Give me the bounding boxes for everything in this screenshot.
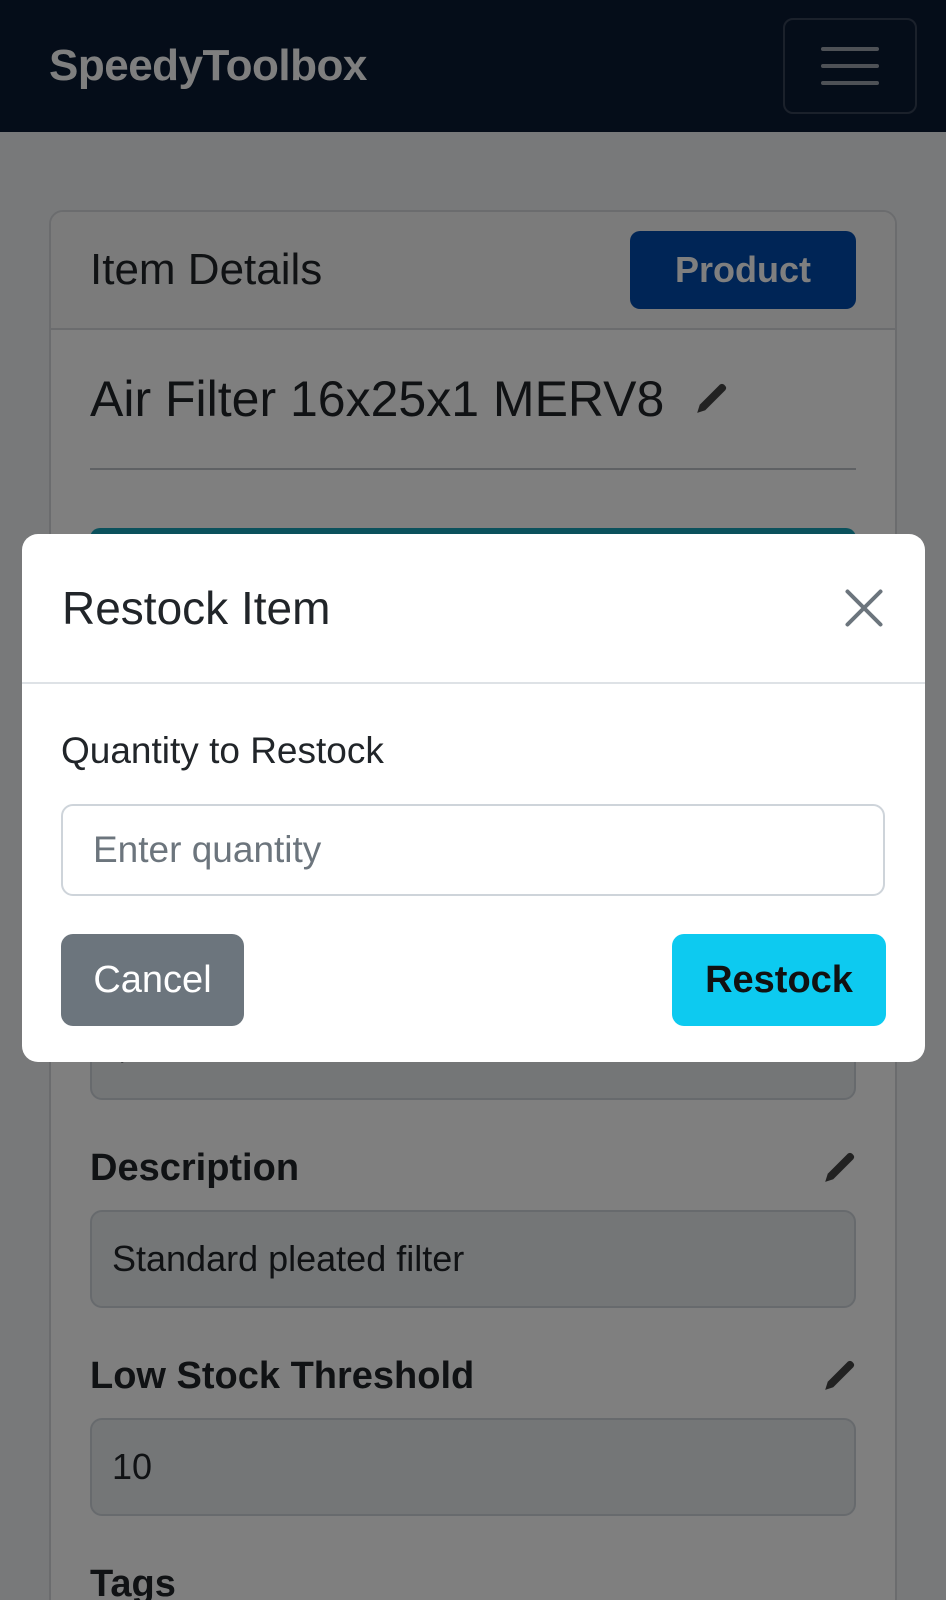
restock-modal: Restock Item Quantity to Restock Cancel … xyxy=(22,534,925,1062)
modal-body: Quantity to Restock Cancel Restock xyxy=(22,730,925,1026)
restock-button[interactable]: Restock xyxy=(672,934,886,1026)
modal-title: Restock Item xyxy=(62,582,331,634)
modal-actions: Cancel Restock xyxy=(61,934,886,1026)
modal-header: Restock Item xyxy=(22,534,925,684)
quantity-label: Quantity to Restock xyxy=(61,730,384,771)
cancel-button[interactable]: Cancel xyxy=(61,934,244,1026)
close-icon[interactable] xyxy=(841,585,887,631)
quantity-input[interactable] xyxy=(61,804,885,896)
